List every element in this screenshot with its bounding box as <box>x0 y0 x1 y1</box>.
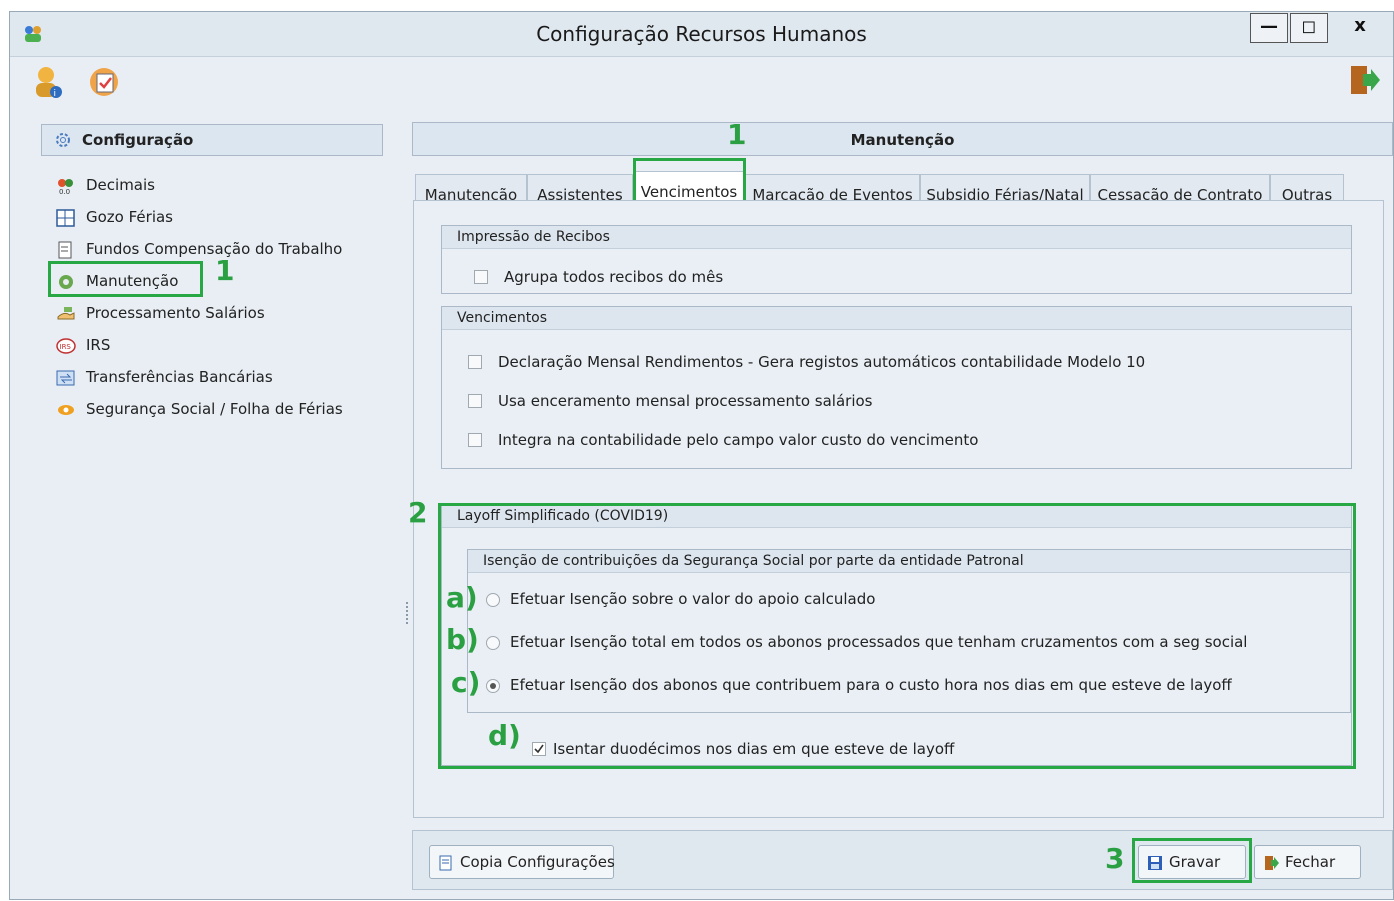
manutencao-header-label: Manutenção <box>850 131 955 149</box>
sidebar-item-processamento[interactable]: Processamento Salários <box>56 300 265 326</box>
sidebar-item-label: Processamento Salários <box>86 304 265 322</box>
group-title: Vencimentos <box>442 307 1351 330</box>
user-settings-icon[interactable]: i <box>30 64 66 100</box>
configuration-panel-header: Configuração <box>41 124 383 156</box>
step-1-marker-left: 1 <box>215 254 235 287</box>
marker-c: c) <box>451 666 481 699</box>
eye-icon <box>58 404 74 415</box>
maximize-button[interactable]: ◻ <box>1290 13 1328 43</box>
agrupa-recibos-checkbox[interactable] <box>474 270 488 284</box>
sidebar-item-label: Decimais <box>86 176 155 194</box>
calendar-check-icon[interactable] <box>86 64 122 100</box>
group-impressao-recibos: Impressão de Recibos Agrupa todos recibo… <box>441 225 1352 294</box>
sidebar-item-decimais[interactable]: 0.0 Decimais <box>56 172 155 198</box>
step-3-marker: 3 <box>1105 842 1125 875</box>
marker-b: b) <box>446 623 479 656</box>
gear-outline-icon <box>56 133 70 147</box>
close-window-button[interactable]: x <box>1330 13 1390 43</box>
highlight-layoff-group <box>438 503 1356 769</box>
calendar-grid-icon <box>56 208 75 227</box>
copy-document-icon <box>439 855 452 870</box>
fechar-label: Fechar <box>1285 853 1336 871</box>
minimize-button[interactable]: — <box>1250 13 1288 43</box>
agrupa-recibos-label: Agrupa todos recibos do mês <box>504 268 724 286</box>
sidebar-item-seguranca-social[interactable]: Segurança Social / Folha de Férias <box>56 396 343 422</box>
decimals-icon: 0.0 <box>58 178 73 195</box>
minimize-icon: — <box>1260 16 1278 37</box>
highlight-manutencao <box>48 261 203 297</box>
encerramento-mensal-label: Usa enceramento mensal processamento sal… <box>498 392 873 410</box>
copia-configuracoes-label: Copia Configurações <box>460 853 615 871</box>
manutencao-panel-header: Manutenção <box>412 122 1393 156</box>
declaracao-mensal-label: Declaração Mensal Rendimentos - Gera reg… <box>498 353 1146 371</box>
main-window: Configuração Recursos Humanos — ◻ x i Co… <box>9 11 1394 900</box>
exit-door-icon <box>1265 855 1279 870</box>
transfer-icon <box>56 370 75 385</box>
fechar-button[interactable]: Fechar <box>1254 845 1361 879</box>
irs-icon: IRS <box>56 337 76 354</box>
sidebar-item-label: Transferências Bancárias <box>86 368 273 386</box>
integra-contabilidade-label: Integra na contabilidade pelo campo valo… <box>498 431 979 449</box>
sidebar-item-label: IRS <box>86 336 111 354</box>
exit-door-icon[interactable] <box>1345 62 1381 98</box>
maximize-icon: ◻ <box>1301 16 1317 37</box>
sidebar-item-irs[interactable]: IRS IRS <box>56 332 110 358</box>
step-1-marker-top: 1 <box>727 118 747 151</box>
close-icon: x <box>1354 15 1366 36</box>
highlight-gravar-button <box>1132 838 1252 883</box>
group-title: Impressão de Recibos <box>442 226 1351 249</box>
copia-configuracoes-button[interactable]: Copia Configurações <box>429 845 615 879</box>
group-vencimentos: Vencimentos Declaração Mensal Rendimento… <box>441 306 1352 469</box>
sidebar-item-gozo-ferias[interactable]: Gozo Férias <box>56 204 173 230</box>
sidebar-item-label: Gozo Férias <box>86 208 173 226</box>
encerramento-mensal-checkbox[interactable] <box>468 394 482 408</box>
marker-a: a) <box>446 581 478 614</box>
document-icon <box>58 241 72 258</box>
configuration-header-label: Configuração <box>82 131 194 149</box>
svg-text:IRS: IRS <box>60 343 72 351</box>
step-2-marker: 2 <box>408 496 428 529</box>
svg-text:i: i <box>54 89 57 99</box>
svg-text:0.0: 0.0 <box>59 188 70 195</box>
sidebar-item-transferencias[interactable]: Transferências Bancárias <box>56 364 273 390</box>
splitter-grip[interactable] <box>406 602 410 624</box>
window-title: Configuração Recursos Humanos <box>536 22 867 46</box>
sidebar-item-fundos[interactable]: Fundos Compensação do Trabalho <box>56 236 342 262</box>
marker-d: d) <box>488 719 521 752</box>
hand-money-icon <box>57 306 75 319</box>
declaracao-mensal-checkbox[interactable] <box>468 355 482 369</box>
title-bar: Configuração Recursos Humanos — ◻ x <box>10 12 1393 57</box>
sidebar-item-label: Segurança Social / Folha de Férias <box>86 400 343 418</box>
integra-contabilidade-checkbox[interactable] <box>468 433 482 447</box>
highlight-vencimentos-tab <box>633 158 746 205</box>
